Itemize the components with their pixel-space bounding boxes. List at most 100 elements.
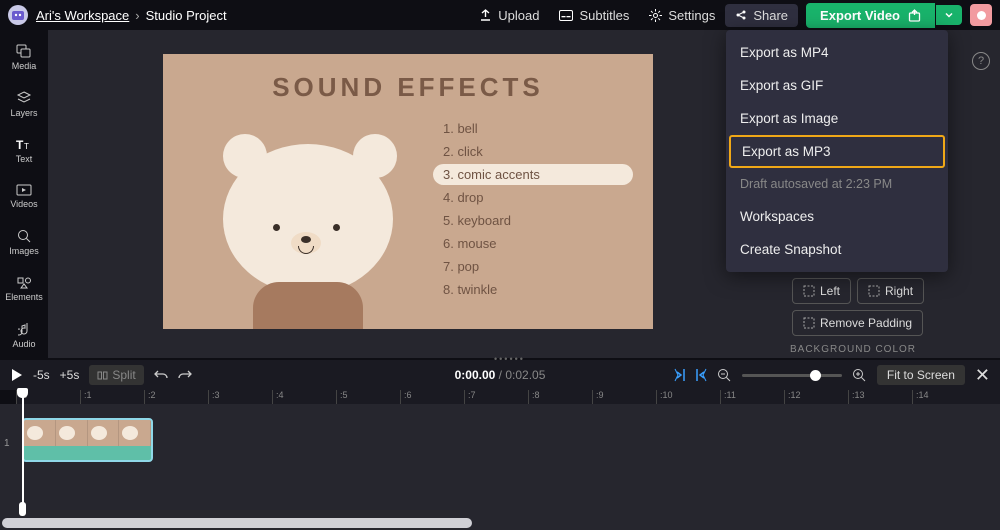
redo-icon bbox=[178, 369, 192, 381]
subtitles-icon bbox=[559, 10, 573, 21]
ruler-tick: :6 bbox=[400, 390, 464, 404]
playhead[interactable] bbox=[22, 390, 24, 515]
dashed-box-icon bbox=[868, 285, 880, 297]
video-preview[interactable]: SOUND EFFECTS 1. bell2. click3. comic ac… bbox=[163, 54, 653, 329]
elements-icon bbox=[17, 276, 32, 289]
export-icon bbox=[908, 9, 921, 22]
ruler-tick: :5 bbox=[336, 390, 400, 404]
export-video-button[interactable]: Export Video bbox=[806, 3, 935, 28]
padding-left-button[interactable]: Left bbox=[792, 278, 851, 304]
app-logo[interactable] bbox=[8, 5, 28, 25]
play-button[interactable] bbox=[10, 368, 23, 382]
upload-icon bbox=[479, 9, 492, 22]
ruler-tick: :11 bbox=[720, 390, 784, 404]
undo-icon bbox=[154, 369, 168, 381]
zoom-out-button[interactable] bbox=[717, 368, 732, 383]
ruler-tick: :9 bbox=[592, 390, 656, 404]
ruler-tick: :13 bbox=[848, 390, 912, 404]
sidebar-item-media[interactable]: Media bbox=[12, 44, 37, 71]
zoom-out-icon bbox=[717, 368, 732, 383]
gear-icon bbox=[649, 9, 662, 22]
project-name[interactable]: Studio Project bbox=[146, 8, 227, 23]
sidebar-item-videos[interactable]: Videos bbox=[10, 184, 37, 209]
time-display: 0:00.00 / 0:02.05 bbox=[455, 368, 546, 382]
export-mp3[interactable]: Export as MP3 bbox=[729, 135, 945, 168]
track-number: 1 bbox=[4, 438, 10, 449]
export-menu: Export as MP4 Export as GIF Export as Im… bbox=[726, 30, 948, 272]
export-image[interactable]: Export as Image bbox=[726, 102, 948, 135]
split-icon bbox=[97, 370, 108, 381]
create-snapshot[interactable]: Create Snapshot bbox=[726, 233, 948, 266]
zoom-in-button[interactable] bbox=[852, 368, 867, 383]
timeline-tracks[interactable]: 1 bbox=[0, 404, 1000, 530]
ruler-tick: :2 bbox=[144, 390, 208, 404]
horizontal-scrollbar[interactable] bbox=[2, 518, 472, 528]
workspaces-item[interactable]: Workspaces bbox=[726, 200, 948, 233]
ruler-tick: :7 bbox=[464, 390, 528, 404]
preview-title: SOUND EFFECTS bbox=[163, 72, 653, 103]
export-dropdown-toggle[interactable] bbox=[936, 5, 962, 25]
ruler-tick: :1 bbox=[80, 390, 144, 404]
close-timeline-button[interactable]: ✕ bbox=[975, 365, 990, 386]
sidebar-item-layers[interactable]: Layers bbox=[10, 91, 37, 118]
bear-illustration bbox=[193, 134, 433, 329]
background-color-label: BACKGROUND COLOR bbox=[790, 344, 916, 355]
audio-icon bbox=[18, 322, 30, 336]
snap-right-icon bbox=[692, 367, 707, 383]
export-mp4[interactable]: Export as MP4 bbox=[726, 36, 948, 69]
share-icon bbox=[735, 9, 747, 21]
autosave-status: Draft autosaved at 2:23 PM bbox=[726, 168, 948, 200]
undo-button[interactable] bbox=[154, 369, 168, 381]
snap-toggle[interactable] bbox=[674, 367, 707, 383]
timeline-ruler[interactable]: :0:1:2:3:4:5:6:7:8:9:10:11:12:13:14 bbox=[16, 390, 1000, 404]
sidebar-item-text[interactable]: TTText bbox=[16, 138, 33, 164]
ruler-tick: :12 bbox=[784, 390, 848, 404]
ruler-tick: :10 bbox=[656, 390, 720, 404]
sfx-item: 2. click bbox=[433, 141, 633, 162]
settings-button[interactable]: Settings bbox=[639, 4, 725, 27]
ruler-tick: :14 bbox=[912, 390, 976, 404]
search-icon bbox=[17, 229, 31, 243]
ruler-tick: :3 bbox=[208, 390, 272, 404]
split-button[interactable]: Split bbox=[89, 365, 143, 385]
sidebar-item-images[interactable]: Images bbox=[9, 229, 39, 256]
help-icon[interactable]: ? bbox=[972, 52, 990, 70]
zoom-in-icon bbox=[852, 368, 867, 383]
padding-right-button[interactable]: Right bbox=[857, 278, 924, 304]
canvas-area[interactable]: SOUND EFFECTS 1. bell2. click3. comic ac… bbox=[48, 30, 768, 358]
snap-left-icon bbox=[674, 367, 689, 383]
sfx-item: 4. drop bbox=[433, 187, 633, 208]
user-avatar[interactable] bbox=[970, 4, 992, 26]
dashed-box-icon bbox=[803, 285, 815, 297]
sfx-item: 1. bell bbox=[433, 118, 633, 139]
jump-back-button[interactable]: -5s bbox=[33, 368, 50, 382]
zoom-slider[interactable] bbox=[742, 374, 842, 377]
sfx-item: 3. comic accents bbox=[433, 164, 633, 185]
sfx-item: 6. mouse bbox=[433, 233, 633, 254]
svg-text:T: T bbox=[24, 142, 29, 151]
fit-to-screen-button[interactable]: Fit to Screen bbox=[877, 365, 965, 385]
sidebar-item-audio[interactable]: Audio bbox=[12, 322, 35, 349]
export-gif[interactable]: Export as GIF bbox=[726, 69, 948, 102]
dashed-box-icon bbox=[803, 317, 815, 329]
video-clip[interactable] bbox=[22, 418, 153, 462]
share-button[interactable]: Share bbox=[725, 4, 798, 27]
ruler-tick: :4 bbox=[272, 390, 336, 404]
chevron-down-icon bbox=[944, 10, 954, 20]
ruler-tick: :8 bbox=[528, 390, 592, 404]
svg-text:T: T bbox=[16, 138, 24, 151]
jump-forward-button[interactable]: +5s bbox=[60, 368, 80, 382]
layers-icon bbox=[16, 91, 32, 105]
sfx-item: 8. twinkle bbox=[433, 279, 633, 300]
subtitles-button[interactable]: Subtitles bbox=[549, 4, 639, 27]
redo-button[interactable] bbox=[178, 369, 192, 381]
workspace-link[interactable]: Ari's Workspace bbox=[36, 8, 129, 23]
remove-padding-button[interactable]: Remove Padding bbox=[792, 310, 923, 336]
breadcrumb-sep: › bbox=[135, 8, 139, 23]
upload-button[interactable]: Upload bbox=[469, 4, 549, 27]
sidebar-item-elements[interactable]: Elements bbox=[5, 276, 43, 302]
sfx-item: 5. keyboard bbox=[433, 210, 633, 231]
sfx-item: 7. pop bbox=[433, 256, 633, 277]
media-icon bbox=[16, 44, 32, 58]
videos-icon bbox=[16, 184, 32, 196]
